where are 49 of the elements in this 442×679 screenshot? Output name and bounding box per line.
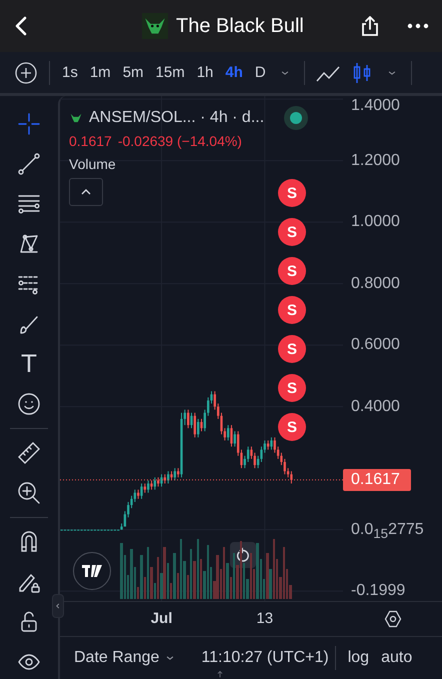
signal-marker[interactable]: S [278,296,306,324]
y-axis-label: 0.8000 [351,274,400,294]
status-dot-icon [284,106,308,130]
indicator-label: Volume [69,156,116,172]
smiley-icon[interactable] [17,392,41,416]
y-axis-label: 1.4000 [351,96,400,116]
y-axis-label: 0.4000 [351,396,400,417]
add-icon[interactable] [14,60,38,84]
y-axis-label: -0.1999 [351,581,406,602]
interval-tab[interactable]: 1h [192,64,218,81]
x-axis-label: 13 [255,610,274,626]
signal-marker[interactable]: S [278,257,306,285]
time-label: 11:10:27 (UTC+1) [201,649,329,666]
price-label: 0.1617 [343,468,411,491]
symbol-title[interactable]: ANSEM/SOL... · 4h · d... [89,109,264,127]
collapse-handle[interactable] [52,594,64,618]
text-tool[interactable]: T [22,352,36,376]
scale-option[interactable]: auto [375,649,418,667]
ruler-icon[interactable] [17,441,41,465]
trend-line-icon[interactable] [17,152,41,176]
crosshair-icon[interactable] [17,112,41,136]
signal-marker[interactable]: S [278,179,306,207]
y-axis-label: 0.6000 [351,335,400,356]
settings-icon[interactable] [383,609,403,629]
page-title: The Black Bull [176,14,304,38]
x-axis-label: Jul [150,610,174,626]
interval-tab[interactable]: 15m [152,64,189,81]
interval-tab[interactable]: 1s [58,64,82,81]
y-axis-label: 0.0$_{15}$2775 [351,520,424,543]
interval-tab[interactable]: 5m [118,64,148,81]
reset-icon [234,546,252,564]
logo-icon[interactable] [73,552,111,590]
interval-tab[interactable]: D [250,64,270,81]
interval-tab[interactable]: 4h [221,64,247,81]
logo-icon [142,13,168,39]
y-axis-label: 1.0000 [351,212,400,232]
scale-option[interactable]: log [342,649,376,667]
price-change: -0.02639 (−14.04%) [118,133,242,149]
signal-marker[interactable]: S [278,218,306,246]
collapse-button[interactable] [69,178,103,206]
price-value: 0.1617 [69,133,112,149]
signal-marker[interactable]: S [278,413,306,441]
signal-marker[interactable]: S [278,335,306,363]
zoom-in-icon[interactable] [17,481,41,505]
signal-marker[interactable]: S [278,374,306,402]
arrow-up-icon [215,669,226,679]
date-range-button[interactable]: Date Range [74,649,178,667]
interval-tab[interactable]: 1m [86,64,115,81]
y-axis-label: 1.2000 [351,150,400,171]
